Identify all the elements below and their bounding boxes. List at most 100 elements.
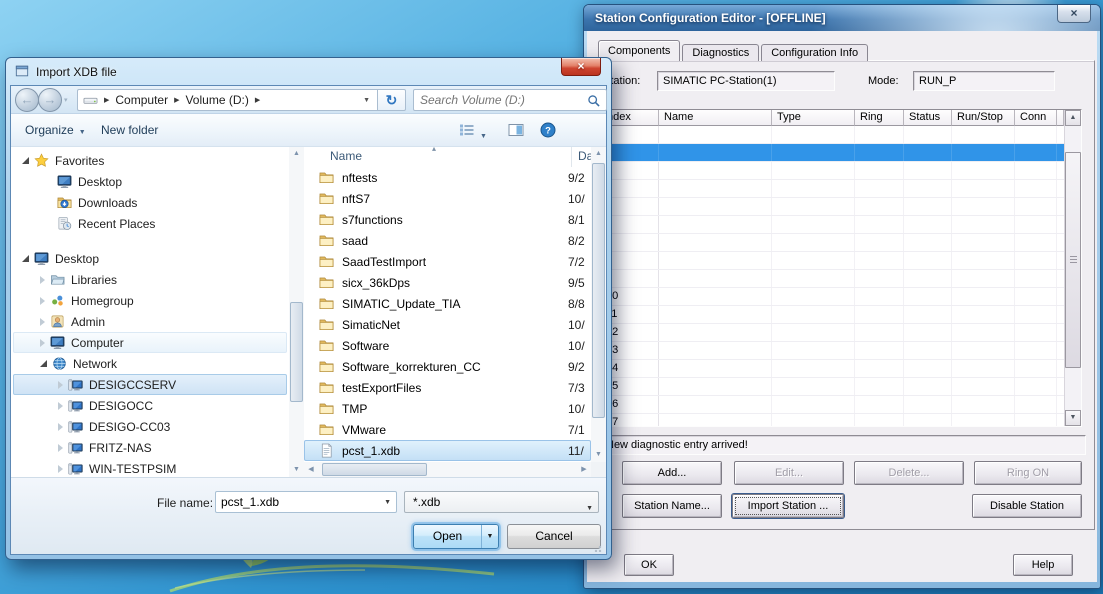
table-row[interactable]: 4 — [599, 180, 1064, 198]
help-button[interactable]: Help — [1013, 554, 1073, 576]
column-header-name[interactable]: Name — [659, 110, 772, 126]
sidebar-scrollbar[interactable]: ▲ ▼ — [289, 147, 304, 477]
collapsed-expander-icon[interactable] — [40, 318, 45, 326]
file-row-sicx-36kdps[interactable]: sicx_36kDps9/5 — [304, 272, 591, 293]
file-row-simatic-update-tia[interactable]: SIMATIC_Update_TIA8/8 — [304, 293, 591, 314]
file-row-pcst-1-xdb[interactable]: pcst_1.xdb11/ — [304, 440, 591, 461]
views-button[interactable]: ▼ — [459, 122, 487, 141]
search-box[interactable] — [413, 89, 607, 111]
table-row[interactable]: 11 — [599, 306, 1064, 324]
sidebar-item-recent-places[interactable]: Recent Places — [13, 213, 287, 234]
scroll-up-icon[interactable]: ▲ — [1065, 110, 1081, 126]
add-button[interactable]: Add... — [622, 461, 722, 485]
file-name-input[interactable] — [221, 493, 371, 511]
help-button-toolbar[interactable]: ? — [540, 122, 556, 141]
hscroll-thumb[interactable] — [322, 463, 427, 476]
table-row[interactable]: 17 — [599, 414, 1064, 426]
ok-button[interactable]: OK — [624, 554, 674, 576]
name-column-header[interactable]: Name▴ — [304, 147, 572, 167]
history-dropdown-icon[interactable]: ▾ — [64, 96, 68, 104]
edit-button[interactable]: Edit... — [734, 461, 844, 485]
file-row-saadtestimport[interactable]: SaadTestImport7/2 — [304, 251, 591, 272]
column-header-ring[interactable]: Ring — [855, 110, 904, 126]
breadcrumb-item-computer[interactable]: Computer — [115, 93, 168, 107]
file-row-nfts7[interactable]: nftS710/ — [304, 188, 591, 209]
scroll-left-icon[interactable]: ◀ — [304, 463, 318, 476]
scroll-up-icon[interactable]: ▲ — [290, 147, 303, 161]
sidebar-item-admin[interactable]: Admin — [13, 311, 287, 332]
file-row-s7functions[interactable]: s7functions8/1 — [304, 209, 591, 230]
table-row[interactable]: 13 — [599, 342, 1064, 360]
chevron-down-icon[interactable]: ▼ — [384, 499, 391, 506]
table-row[interactable]: 12 — [599, 324, 1064, 342]
sidebar-item-desigccserv[interactable]: DESIGCCSERV — [13, 374, 287, 395]
expanded-expander-icon[interactable] — [22, 255, 29, 262]
tab-configuration-info[interactable]: Configuration Info — [761, 44, 868, 61]
expanded-expander-icon[interactable] — [40, 360, 47, 367]
breadcrumb[interactable]: ▶Computer▶Volume (D:)▶▼ — [77, 89, 377, 111]
table-vertical-scrollbar[interactable]: ▲ ▼ — [1064, 110, 1081, 426]
tab-diagnostics[interactable]: Diagnostics — [682, 44, 759, 61]
scroll-down-icon[interactable]: ▼ — [592, 448, 605, 462]
table-row[interactable]: 9 — [599, 270, 1064, 288]
file-row-software-korrekturen-cc[interactable]: Software_korrekturen_CC9/2 — [304, 356, 591, 377]
sidebar-scroll-thumb[interactable] — [290, 302, 303, 402]
ring-on-button[interactable]: Ring ON — [974, 461, 1082, 485]
file-row-vmware[interactable]: VMware7/1 — [304, 419, 591, 440]
open-button[interactable]: Open ▼ — [413, 524, 499, 549]
collapsed-expander-icon[interactable] — [58, 381, 63, 389]
sidebar-item-favorites[interactable]: Favorites — [13, 150, 287, 171]
back-button[interactable]: ← — [15, 88, 39, 112]
table-row[interactable]: 14 — [599, 360, 1064, 378]
sidebar-item-fritz-nas[interactable]: FRITZ-NAS — [13, 437, 287, 458]
file-row-nftests[interactable]: nftests9/2 — [304, 167, 591, 188]
station-name-button[interactable]: Station Name... — [622, 494, 722, 518]
scroll-down-icon[interactable]: ▼ — [290, 463, 303, 477]
collapsed-expander-icon[interactable] — [58, 465, 63, 473]
open-dropdown-icon[interactable]: ▼ — [481, 525, 498, 548]
sidebar-item-win-testpsim[interactable]: WIN-TESTPSIM — [13, 458, 287, 477]
file-row-software[interactable]: Software10/ — [304, 335, 591, 356]
scroll-up-icon[interactable]: ▲ — [592, 147, 605, 161]
sidebar-item-downloads[interactable]: Downloads — [13, 192, 287, 213]
file-list-horizontal-scrollbar[interactable]: ◀ ▶ — [304, 462, 591, 477]
scroll-right-icon[interactable]: ▶ — [577, 463, 591, 476]
file-row-tmp[interactable]: TMP10/ — [304, 398, 591, 419]
expanded-expander-icon[interactable] — [22, 157, 29, 164]
station-close-button[interactable]: × — [1057, 5, 1091, 23]
new-folder-button[interactable]: New folder — [101, 123, 158, 137]
sidebar-item-homegroup[interactable]: Homegroup — [13, 290, 287, 311]
file-scroll-thumb[interactable] — [592, 163, 605, 418]
sidebar-item-desigocc[interactable]: DESIGOCC — [13, 395, 287, 416]
table-row[interactable]: 1 — [599, 126, 1064, 144]
chevron-down-icon[interactable]: ▼ — [363, 97, 377, 104]
table-row[interactable]: 3 — [599, 162, 1064, 180]
table-row[interactable]: 7 — [599, 234, 1064, 252]
refresh-button[interactable]: ↻ — [377, 89, 406, 111]
file-row-saad[interactable]: saad8/2 — [304, 230, 591, 251]
table-row[interactable]: 16 — [599, 396, 1064, 414]
collapsed-expander-icon[interactable] — [40, 276, 45, 284]
import-station-button[interactable]: Import Station ... — [732, 494, 844, 518]
sidebar-item-desktop[interactable]: Desktop — [13, 171, 287, 192]
collapsed-expander-icon[interactable] — [58, 423, 63, 431]
collapsed-expander-icon[interactable] — [58, 444, 63, 452]
cancel-button[interactable]: Cancel — [507, 524, 601, 549]
column-header-type[interactable]: Type — [772, 110, 855, 126]
sidebar-item-libraries[interactable]: Libraries — [13, 269, 287, 290]
table-row[interactable]: 10 — [599, 288, 1064, 306]
dialog-close-button[interactable]: × — [561, 58, 601, 76]
organize-button[interactable]: Organize▼ — [25, 123, 86, 137]
collapsed-expander-icon[interactable] — [40, 297, 45, 305]
resize-grip[interactable] — [594, 543, 603, 552]
file-row-simaticnet[interactable]: SimaticNet10/ — [304, 314, 591, 335]
file-type-combo[interactable]: *.xdb ▼ — [404, 491, 599, 513]
collapsed-expander-icon[interactable] — [40, 339, 45, 347]
disable-station-button[interactable]: Disable Station — [972, 494, 1082, 518]
table-row[interactable]: 6 — [599, 216, 1064, 234]
table-row[interactable]: 8 — [599, 252, 1064, 270]
scroll-down-icon[interactable]: ▼ — [1065, 410, 1081, 426]
station-title-bar[interactable]: Station Configuration Editor - [OFFLINE]… — [584, 5, 1100, 31]
tab-components[interactable]: Components — [598, 40, 680, 61]
column-header-status[interactable]: Status — [904, 110, 952, 126]
